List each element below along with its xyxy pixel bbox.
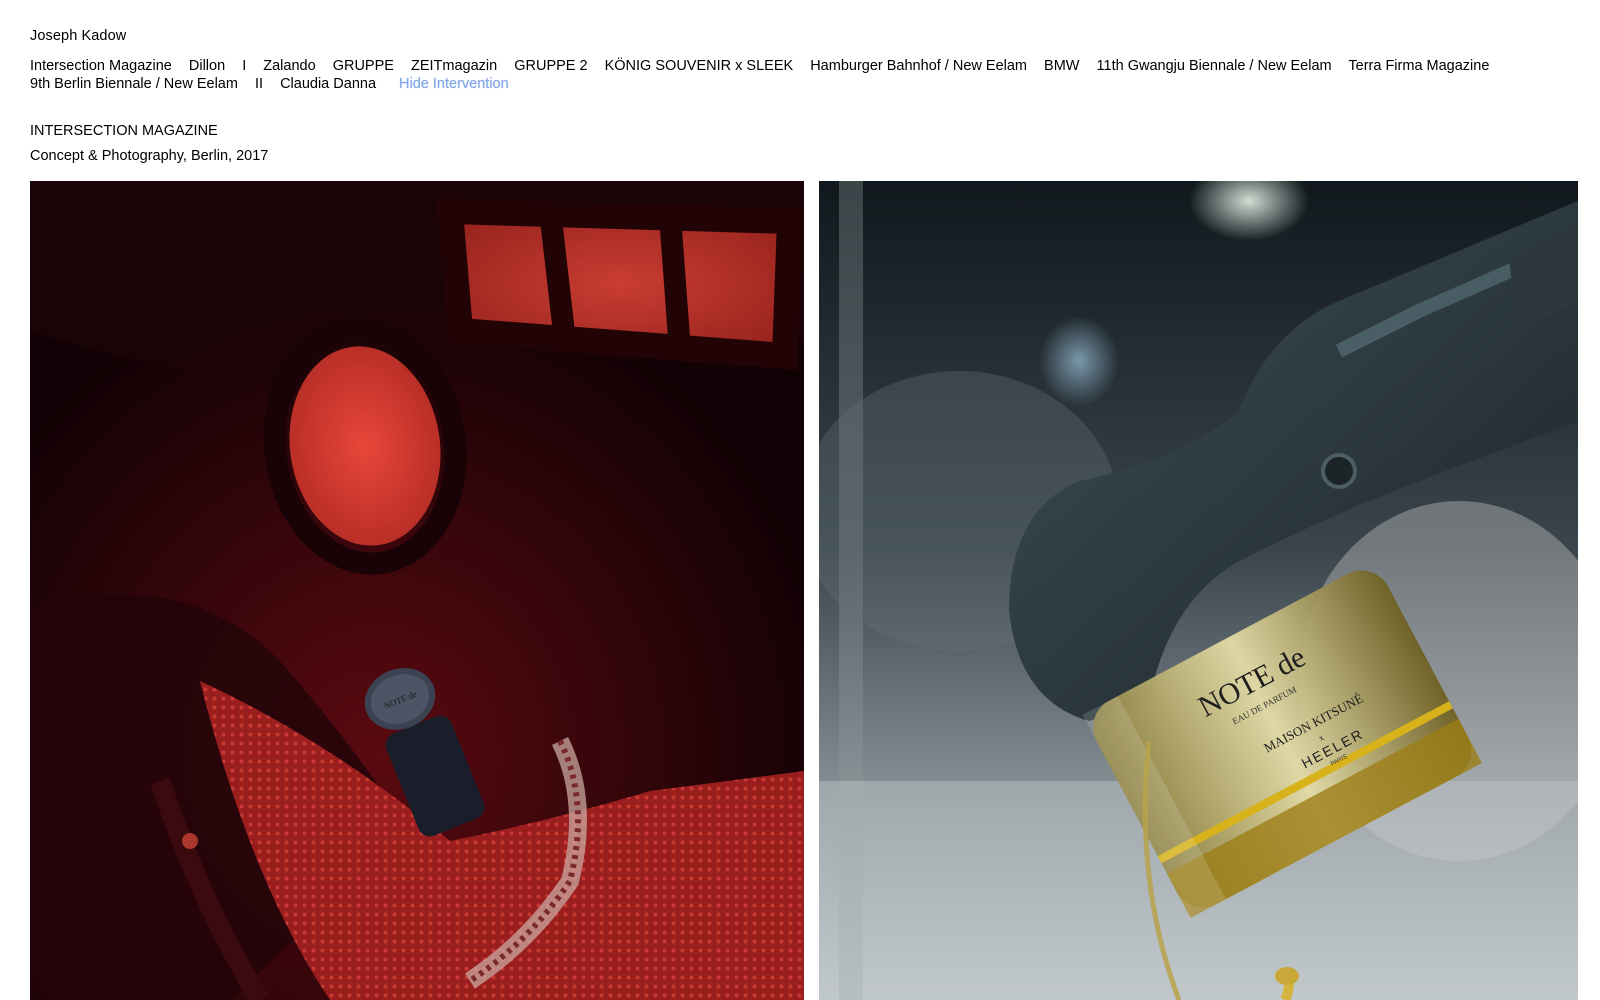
- red-engine-image: NOTE de: [30, 181, 804, 1000]
- project-photo-perfume-wrench[interactable]: NOTE de EAU DE PARFUM MAISON KITSUNÉ x H…: [819, 181, 1578, 1000]
- nav-item-bmw[interactable]: BMW: [1044, 58, 1079, 74]
- nav-item-gwangju-biennale[interactable]: 11th Gwangju Biennale / New Eelam: [1097, 58, 1332, 74]
- nav-item-i[interactable]: I: [242, 58, 246, 74]
- project-nav: Intersection Magazine Dillon I Zalando G…: [30, 58, 1560, 93]
- nav-item-terra-firma[interactable]: Terra Firma Magazine: [1348, 58, 1489, 74]
- page: Joseph Kadow Intersection Magazine Dillo…: [0, 0, 1600, 1000]
- nav-item-intersection-magazine[interactable]: Intersection Magazine: [30, 58, 172, 74]
- nav-item-zalando[interactable]: Zalando: [263, 58, 315, 74]
- nav-item-berlin-biennale[interactable]: 9th Berlin Biennale / New Eelam: [30, 76, 238, 92]
- nav-item-dillon[interactable]: Dillon: [189, 58, 225, 74]
- nav-item-zeitmagazin[interactable]: ZEITmagazin: [411, 58, 497, 74]
- nav-item-konig-souvenir-sleek[interactable]: KÖNIG SOUVENIR x SLEEK: [605, 58, 794, 74]
- nav-item-hamburger-bahnhof[interactable]: Hamburger Bahnhof / New Eelam: [810, 58, 1027, 74]
- project-photo-red-engine[interactable]: NOTE de: [30, 181, 804, 1000]
- hide-intervention-toggle[interactable]: Hide Intervention: [399, 76, 509, 92]
- project-subtitle: Concept & Photography, Berlin, 2017: [30, 148, 269, 164]
- nav-item-claudia-danna[interactable]: Claudia Danna: [280, 76, 376, 92]
- nav-item-gruppe[interactable]: GRUPPE: [333, 58, 394, 74]
- nav-item-ii[interactable]: II: [255, 76, 263, 92]
- site-name-link[interactable]: Joseph Kadow: [30, 28, 126, 44]
- project-title: INTERSECTION MAGAZINE: [30, 123, 218, 139]
- nav-item-gruppe-2[interactable]: GRUPPE 2: [514, 58, 587, 74]
- perfume-wrench-image: NOTE de EAU DE PARFUM MAISON KITSUNÉ x H…: [819, 181, 1578, 1000]
